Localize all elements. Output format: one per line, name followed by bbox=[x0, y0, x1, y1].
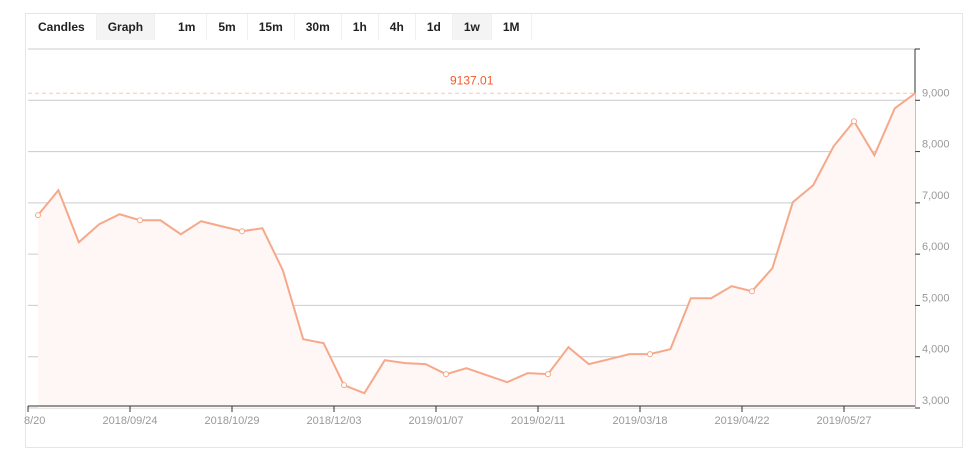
data-point-marker bbox=[137, 217, 143, 224]
current-price-label: 9137.01 bbox=[450, 73, 494, 87]
x-tick-label: 2018/09/24 bbox=[102, 415, 157, 427]
x-tick-label: 8/20 bbox=[24, 415, 45, 427]
x-tick-label: 2018/10/29 bbox=[204, 415, 259, 427]
price-chart: 3,000 4,000 5,000 6,000 7,000 8,000 9,000 9137.… bbox=[24, 48, 950, 427]
data-point-marker bbox=[239, 228, 245, 235]
data-point-marker bbox=[647, 351, 653, 358]
x-tick-label: 2019/02/11 bbox=[511, 415, 565, 427]
y-tick-label: 4,000 bbox=[922, 344, 950, 356]
data-point-marker bbox=[35, 212, 41, 219]
x-tick-label: 2019/01/07 bbox=[408, 415, 463, 427]
x-tick-label: 2018/12/03 bbox=[306, 415, 361, 427]
y-tick-label: 7,000 bbox=[922, 190, 950, 202]
y-tick-label: 5,000 bbox=[922, 292, 950, 304]
x-tick-label: 2019/04/22 bbox=[714, 415, 769, 427]
y-tick-label: 3,000 bbox=[922, 395, 950, 407]
data-point-marker bbox=[341, 382, 347, 389]
data-point-marker bbox=[749, 288, 755, 295]
price-area bbox=[38, 93, 916, 408]
y-tick-label: 8,000 bbox=[922, 139, 950, 151]
x-tick-label: 2019/03/18 bbox=[612, 415, 667, 427]
data-point-marker bbox=[443, 371, 449, 378]
data-point-marker bbox=[851, 118, 857, 125]
y-tick-label: 6,000 bbox=[922, 241, 950, 253]
x-tick-label: 2019/05/27 bbox=[816, 415, 871, 427]
data-point-marker bbox=[545, 371, 551, 378]
y-tick-label: 9,000 bbox=[922, 87, 950, 99]
